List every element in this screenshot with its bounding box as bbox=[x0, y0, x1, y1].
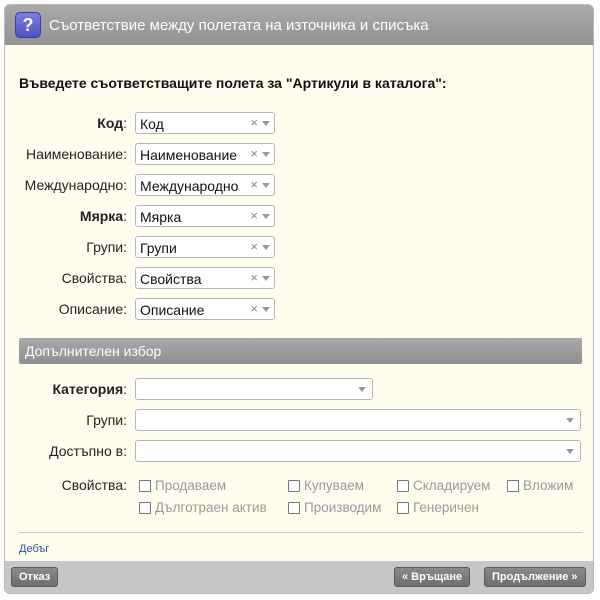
checkbox-icon[interactable] bbox=[288, 501, 300, 514]
chevron-down-icon[interactable] bbox=[358, 387, 366, 392]
mapping-row-unit: Мярка: Мярка × bbox=[5, 205, 593, 227]
continue-button[interactable]: Продължение » bbox=[484, 567, 586, 587]
checkbox-producible[interactable]: Производим bbox=[288, 500, 381, 515]
category-row: Категория: bbox=[5, 378, 593, 400]
additional-section-header: Допълнителен избор bbox=[19, 338, 582, 364]
description-field-select[interactable]: Описание × bbox=[135, 298, 275, 320]
clear-icon[interactable]: × bbox=[250, 239, 258, 254]
dialog-titlebar: ? Съответствие между полетата на източни… bbox=[5, 5, 593, 45]
checkbox-icon[interactable] bbox=[507, 479, 519, 492]
instruction-text: Въведете съответстващите полета за "Арти… bbox=[19, 75, 447, 91]
available-in-row: Достъпно в: bbox=[5, 440, 593, 462]
clear-icon[interactable]: × bbox=[250, 208, 258, 223]
field-label: Групи bbox=[86, 239, 124, 255]
field-label: Мярка bbox=[79, 208, 124, 224]
question-mark-icon: ? bbox=[15, 12, 41, 38]
checkbox-icon[interactable] bbox=[397, 501, 409, 514]
chevron-down-icon[interactable] bbox=[262, 245, 270, 250]
clear-icon[interactable]: × bbox=[250, 177, 258, 192]
properties-field-select[interactable]: Свойства × bbox=[135, 267, 275, 289]
checkbox-purchasable[interactable]: Купуваем bbox=[288, 478, 364, 493]
mapping-row-name: Наименование: Наименование × bbox=[5, 143, 593, 165]
mapping-row-international: Международно: Международно × bbox=[5, 174, 593, 196]
chevron-down-icon[interactable] bbox=[262, 183, 270, 188]
checkbox-storable[interactable]: Складируем bbox=[397, 478, 490, 493]
mapping-dialog: ? Съответствие между полетата на източни… bbox=[4, 4, 594, 594]
debug-link[interactable]: Дебъг bbox=[19, 543, 49, 555]
checkbox-icon[interactable] bbox=[288, 479, 300, 492]
section-title: Допълнителен избор bbox=[25, 343, 162, 359]
selected-value: Групи bbox=[140, 240, 177, 256]
field-label: Код bbox=[97, 115, 124, 131]
chevron-down-icon[interactable] bbox=[262, 276, 270, 281]
mapping-row-groups: Групи: Групи × bbox=[5, 236, 593, 258]
chevron-down-icon[interactable] bbox=[566, 418, 574, 423]
international-field-select[interactable]: Международно × bbox=[135, 174, 275, 196]
selected-value: Наименование bbox=[140, 147, 238, 163]
checkbox-icon[interactable] bbox=[139, 479, 151, 492]
dialog-footer: Отказ « Връщане Продължение » bbox=[5, 561, 593, 593]
available-in-label: Достъпно в: bbox=[49, 443, 127, 459]
field-label: Описание bbox=[58, 301, 124, 317]
unit-field-select[interactable]: Мярка × bbox=[135, 205, 275, 227]
field-label: Международно bbox=[24, 177, 124, 193]
selected-value: Международно bbox=[140, 178, 239, 194]
available-in-select[interactable] bbox=[135, 440, 581, 462]
chevron-down-icon[interactable] bbox=[262, 121, 270, 126]
clear-icon[interactable]: × bbox=[250, 301, 258, 316]
chevron-down-icon[interactable] bbox=[262, 307, 270, 312]
selected-value: Описание bbox=[140, 302, 205, 318]
groups-row: Групи: bbox=[5, 409, 593, 431]
properties-label: Свойства: bbox=[61, 477, 127, 493]
groups-select[interactable] bbox=[135, 409, 581, 431]
mapping-row-properties: Свойства: Свойства × bbox=[5, 267, 593, 289]
groups-label: Групи: bbox=[86, 412, 127, 428]
chevron-down-icon[interactable] bbox=[262, 214, 270, 219]
selected-value: Код bbox=[140, 116, 164, 132]
category-label: Категория bbox=[52, 381, 124, 397]
divider bbox=[19, 532, 582, 533]
dialog-title: Съответствие между полетата на източника… bbox=[49, 16, 429, 34]
clear-icon[interactable]: × bbox=[250, 146, 258, 161]
checkbox-icon[interactable] bbox=[139, 501, 151, 514]
checkbox-sellable[interactable]: Продаваем bbox=[139, 478, 226, 493]
code-field-select[interactable]: Код × bbox=[135, 112, 275, 134]
cancel-button[interactable]: Отказ bbox=[11, 567, 59, 587]
checkbox-fixed-asset[interactable]: Дълготраен актив bbox=[139, 500, 267, 515]
mapping-row-code: Код: Код × bbox=[5, 112, 593, 134]
chevron-down-icon[interactable] bbox=[262, 152, 270, 157]
clear-icon[interactable]: × bbox=[250, 115, 258, 130]
name-field-select[interactable]: Наименование × bbox=[135, 143, 275, 165]
checkbox-generic[interactable]: Генеричен bbox=[397, 500, 479, 515]
selected-value: Свойства bbox=[140, 271, 202, 287]
mapping-row-description: Описание: Описание × bbox=[5, 298, 593, 320]
checkbox-consumable[interactable]: Вложим bbox=[507, 478, 573, 493]
groups-field-select[interactable]: Групи × bbox=[135, 236, 275, 258]
checkbox-icon[interactable] bbox=[397, 479, 409, 492]
selected-value: Мярка bbox=[140, 209, 182, 225]
field-label: Свойства bbox=[61, 270, 124, 286]
back-button[interactable]: « Връщане bbox=[394, 567, 471, 587]
field-label: Наименование bbox=[26, 146, 124, 162]
chevron-down-icon[interactable] bbox=[566, 449, 574, 454]
clear-icon[interactable]: × bbox=[250, 270, 258, 285]
category-select[interactable] bbox=[135, 378, 373, 400]
